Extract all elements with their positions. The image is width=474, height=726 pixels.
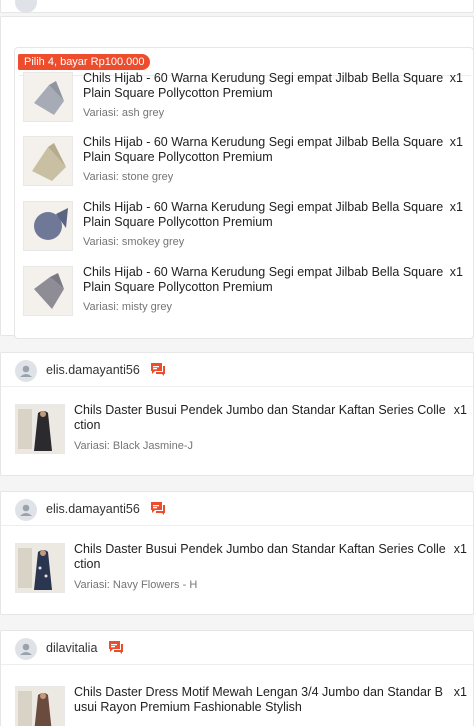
order-card: elis.damayanti56 Chils Daster Busui Pend… [0,491,474,615]
product-variant: Variasi: misty grey [83,301,173,313]
shop-header: elis.damayanti56 [1,492,473,526]
product-thumbnail [15,686,65,726]
product-title: Chils Hijab - 60 Warna Kerudung Segi emp… [83,200,444,229]
product-title: Chils Hijab - 60 Warna Kerudung Segi emp… [83,265,444,294]
product-qty: x1 [449,265,463,279]
order-card: dilavitalia Chils Daster Dress Motif Mew… [0,630,474,726]
buyer-name[interactable]: dilavitalia [46,641,97,655]
product-qty: x1 [449,135,463,149]
list-item[interactable]: Chils Hijab - 60 Warna Kerudung Segi emp… [1,197,474,259]
user-avatar-icon [15,499,37,521]
product-thumbnail [23,72,73,122]
list-item[interactable]: Chils Hijab - 60 Warna Kerudung Segi emp… [1,262,474,324]
product-title: Chils Daster Busui Pendek Jumbo dan Stan… [74,542,446,571]
product-qty: x1 [453,403,467,417]
product-qty: x1 [449,71,463,85]
product-thumbnail [23,266,73,316]
partial-order-card [0,0,474,13]
product-thumbnail [15,543,65,593]
product-variant: Variasi: smokey grey [83,236,185,248]
buyer-name[interactable]: elis.damayanti56 [46,363,140,377]
product-qty: x1 [453,685,467,699]
buyer-name[interactable]: elis.damayanti56 [46,502,140,516]
list-item[interactable]: Chils Daster Dress Motif Mewah Lengan 3/… [1,682,474,726]
chat-bubble-icon[interactable] [150,362,166,377]
product-variant: Variasi: ash grey [83,107,165,119]
product-title: Chils Daster Busui Pendek Jumbo dan Stan… [74,403,446,432]
product-title: Chils Daster Dress Motif Mewah Lengan 3/… [74,685,443,714]
product-variant: Variasi: Navy Flowers - H [74,579,198,591]
product-thumbnail [15,404,65,454]
product-title: Chils Hijab - 60 Warna Kerudung Segi emp… [83,71,444,100]
list-item[interactable]: Chils Daster Busui Pendek Jumbo dan Stan… [1,400,474,462]
bundle-order-card: Pilih 4, bayar Rp100.000 Chils Hijab - 6… [0,16,474,339]
product-variant: Variasi: Black Jasmine-J [74,440,193,452]
product-thumbnail [23,201,73,251]
user-avatar-icon [15,360,37,382]
list-item[interactable]: Chils Hijab - 60 Warna Kerudung Segi emp… [1,68,474,130]
product-qty: x1 [449,200,463,214]
shop-header: dilavitalia [1,631,473,665]
shop-header: elis.damayanti56 [1,353,473,387]
chat-bubble-icon[interactable] [150,501,166,516]
user-avatar-icon [15,0,37,13]
chat-bubble-icon[interactable] [108,640,124,655]
order-card: elis.damayanti56 Chils Daster Busui Pend… [0,352,474,476]
product-title: Chils Hijab - 60 Warna Kerudung Segi emp… [83,135,444,164]
user-avatar-icon [15,638,37,660]
list-item[interactable]: Chils Hijab - 60 Warna Kerudung Segi emp… [1,132,474,194]
list-item[interactable]: Chils Daster Busui Pendek Jumbo dan Stan… [1,539,474,601]
product-thumbnail [23,136,73,186]
product-qty: x1 [453,542,467,556]
product-variant: Variasi: stone grey [83,171,174,183]
